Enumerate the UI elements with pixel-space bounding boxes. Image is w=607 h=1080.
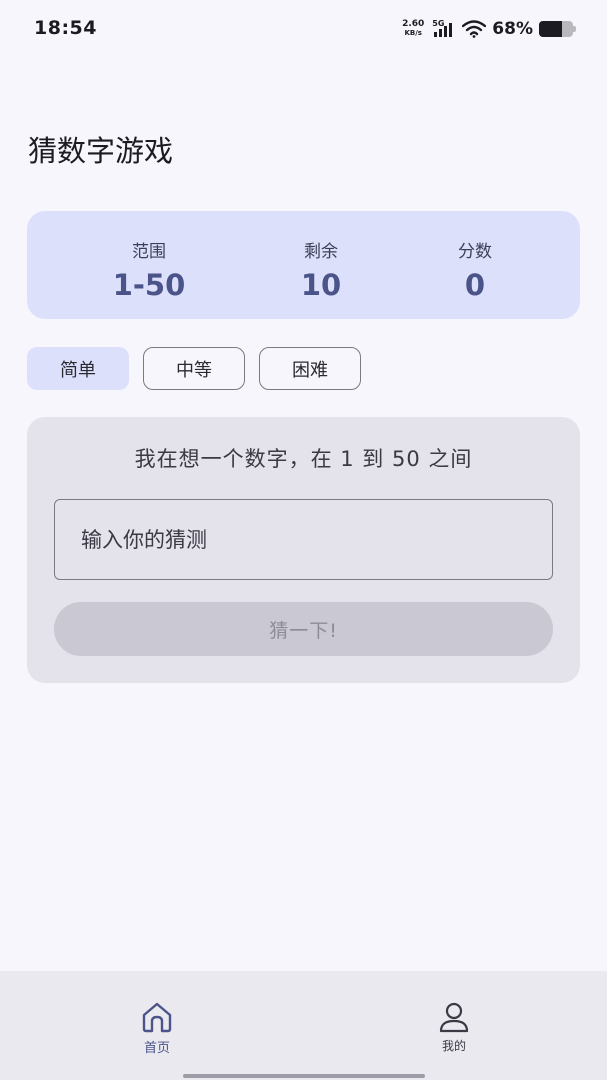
status-bar: 18:54 2.60 KB/s 5G 68% <box>0 0 607 58</box>
stat-score-value: 0 <box>464 268 486 302</box>
stat-range-value: 1-50 <box>112 268 186 302</box>
stat-remaining-label: 剩余 <box>304 242 338 262</box>
stat-range: 范围 1-50 <box>79 237 219 302</box>
guess-button[interactable]: 猜一下! <box>54 602 553 656</box>
cellular-signal-icon: 5G <box>432 19 456 37</box>
stat-range-label: 范围 <box>132 242 166 262</box>
status-time: 18:54 <box>34 17 97 39</box>
network-speed-value: 2.60 <box>402 19 425 29</box>
nav-label-profile: 我的 <box>441 1039 466 1053</box>
stat-remaining: 剩余 10 <box>251 237 391 302</box>
stats-card: 范围 1-50 剩余 10 分数 0 <box>27 211 580 319</box>
nav-item-profile[interactable]: 我的 <box>394 1001 514 1054</box>
guess-number-screen: 18:54 2.60 KB/s 5G 68% 猜数字游戏 范围 1-50 剩余 … <box>0 0 607 1080</box>
game-prompt: 我在想一个数字，在 1 到 50 之间 <box>134 447 473 471</box>
stat-remaining-value: 10 <box>300 268 342 302</box>
page-title: 猜数字游戏 <box>28 134 174 168</box>
network-type: 5G <box>432 19 445 28</box>
nav-item-home[interactable]: 首页 <box>97 1001 217 1056</box>
difficulty-hard-chip[interactable]: 困难 <box>259 347 361 390</box>
battery-icon <box>539 21 576 37</box>
person-icon <box>439 1002 469 1033</box>
status-indicators: 2.60 KB/s 5G 68% <box>402 17 576 41</box>
stat-score: 分数 0 <box>405 237 545 302</box>
network-speed-unit: KB/s <box>404 29 422 37</box>
stat-score-label: 分数 <box>458 242 492 262</box>
wifi-icon <box>462 20 487 38</box>
game-card: 我在想一个数字，在 1 到 50 之间 猜一下! <box>27 417 580 683</box>
nav-label-home: 首页 <box>143 1041 170 1056</box>
guess-input[interactable] <box>54 499 553 580</box>
network-speed: 2.60 KB/s <box>402 20 424 38</box>
home-indicator-bar <box>183 1074 425 1078</box>
battery-percent: 68% <box>492 19 533 39</box>
difficulty-easy-chip[interactable]: 简单 <box>27 347 129 390</box>
difficulty-medium-chip[interactable]: 中等 <box>143 347 245 390</box>
bottom-navigation: 首页 我的 <box>0 971 607 1080</box>
battery-level-fill <box>539 21 563 37</box>
home-icon <box>142 1002 172 1033</box>
